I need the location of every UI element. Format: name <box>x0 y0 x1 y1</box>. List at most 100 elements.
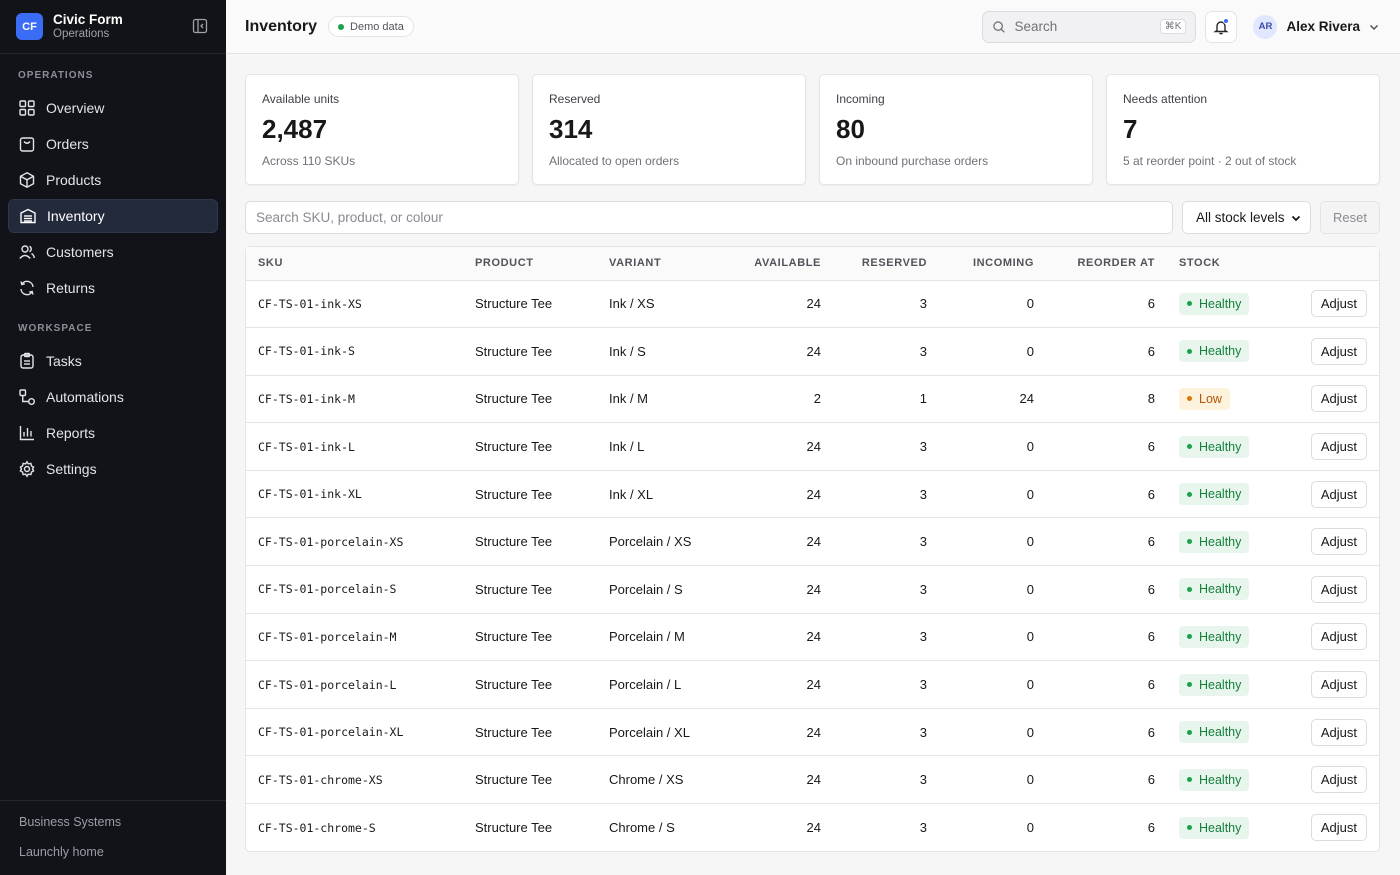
sidebar-item-reports[interactable]: Reports <box>8 416 218 450</box>
cell-actions: Adjust <box>1275 660 1379 709</box>
footer-link-launchly-home[interactable]: Launchly home <box>19 845 207 859</box>
cell-reserved: 3 <box>833 280 939 329</box>
stat-card-available: Available units 2,487 Across 110 SKUs <box>245 74 519 185</box>
cell-variant: Porcelain / XL <box>597 708 717 757</box>
cell-product: Structure Tee <box>463 422 597 471</box>
stat-value: 314 <box>549 114 593 144</box>
sidebar-item-orders[interactable]: Orders <box>8 127 218 161</box>
gear-icon <box>19 460 35 478</box>
cell-reorder-at: 6 <box>1046 422 1167 471</box>
cell-reorder-at: 6 <box>1046 280 1167 329</box>
notifications-button[interactable] <box>1205 10 1238 43</box>
cell-stock: Healthy <box>1167 804 1275 852</box>
sidebar-item-overview[interactable]: Overview <box>8 91 218 125</box>
sidebar-item-inventory[interactable]: Inventory <box>8 199 218 233</box>
cell-actions: Adjust <box>1275 613 1379 662</box>
cell-product: Structure Tee <box>475 820 553 836</box>
sidebar-collapse-icon[interactable] <box>192 18 208 34</box>
table-row: CF-TS-01-ink-M Structure Tee Ink / M 2 1… <box>246 375 1379 424</box>
inventory-search-input[interactable] <box>245 201 1173 234</box>
chevron-down-icon <box>1369 24 1379 30</box>
adjust-button[interactable]: Adjust <box>1310 290 1367 318</box>
cell-actions: Adjust <box>1275 327 1379 376</box>
user-name: Alex Rivera <box>1286 19 1360 34</box>
table-header-row: SKU PRODUCT VARIANT AVAILABLE RESERVED I… <box>246 247 1379 281</box>
sidebar-item-label: Customers <box>46 244 114 260</box>
adjust-button[interactable]: Adjust <box>1310 718 1367 746</box>
stock-status-badge: Healthy <box>1179 768 1250 791</box>
sidebar-footer: Business Systems Launchly home <box>0 800 226 875</box>
adjust-button[interactable]: Adjust <box>1310 433 1367 461</box>
nav-workspace: WORKSPACE Tasks Automations Reports Sett… <box>0 307 226 488</box>
sidebar-item-automations[interactable]: Automations <box>8 380 218 414</box>
adjust-button[interactable]: Adjust <box>1310 814 1367 842</box>
cell-product: Structure Tee <box>463 280 597 329</box>
adjust-button[interactable]: Adjust <box>1310 337 1367 365</box>
sidebar-item-settings[interactable]: Settings <box>8 452 218 486</box>
stock-status-label: Healthy <box>1199 344 1242 359</box>
reset-button[interactable]: Reset <box>1320 201 1380 234</box>
cell-sku: CF-TS-01-porcelain-XS <box>246 517 463 567</box>
table-row: CF-TS-01-porcelain-XL Structure Tee Porc… <box>246 708 1379 757</box>
brand-logo: CF <box>16 13 43 40</box>
adjust-button[interactable]: Adjust <box>1310 766 1367 794</box>
sidebar-item-returns[interactable]: Returns <box>8 271 218 305</box>
cell-reorder-at: 6 <box>1046 470 1167 519</box>
footer-link-business-systems[interactable]: Business Systems <box>19 815 207 829</box>
status-dot-icon <box>1187 539 1192 545</box>
stat-card-incoming: Incoming 80 On inbound purchase orders <box>819 74 1093 185</box>
search-placeholder: Search <box>1014 19 1058 34</box>
cell-incoming: 0 <box>939 660 1046 709</box>
cell-product: Structure Tee <box>463 565 597 614</box>
sidebar-item-customers[interactable]: Customers <box>8 235 218 269</box>
cell-incoming: 0 <box>939 565 1046 614</box>
status-dot-icon <box>1187 586 1192 592</box>
stock-status-label: Healthy <box>1199 582 1242 597</box>
cell-variant: Porcelain / M <box>597 613 717 662</box>
cell-stock: Healthy <box>1167 613 1275 662</box>
sidebar: CF Civic Form Operations OPERATIONS Over… <box>0 0 226 875</box>
cell-reserved: 3 <box>833 517 939 567</box>
cell-variant: Porcelain / S <box>597 565 717 614</box>
stat-label: Needs attention <box>1123 92 1208 106</box>
stock-level-select[interactable]: All stock levels <box>1182 201 1311 234</box>
adjust-button[interactable]: Adjust <box>1310 671 1367 699</box>
sidebar-item-label: Overview <box>46 100 105 116</box>
brand-name: Civic Form <box>53 11 123 27</box>
stock-status-badge: Healthy <box>1179 721 1250 744</box>
status-dot-icon <box>1187 491 1192 497</box>
cell-product: Structure Tee <box>463 470 597 519</box>
cell-reorder-at: 6 <box>1046 517 1167 567</box>
cell-reserved: 3 <box>833 708 939 757</box>
cell-incoming: 24 <box>939 375 1046 424</box>
stock-status-label: Healthy <box>1199 629 1242 644</box>
cell-variant: Ink / L <box>597 422 717 471</box>
sidebar-item-products[interactable]: Products <box>8 163 218 197</box>
cell-stock: Low <box>1167 375 1275 424</box>
cell-stock: Healthy <box>1167 517 1275 567</box>
cell-actions: Adjust <box>1275 280 1379 329</box>
cell-available: 24 <box>717 755 833 805</box>
sidebar-item-tasks[interactable]: Tasks <box>8 344 218 378</box>
status-dot-icon <box>1187 729 1192 735</box>
stat-label: Available units <box>262 92 340 106</box>
cell-reserved: 3 <box>833 755 939 805</box>
global-search-input[interactable]: Search ⌘K <box>982 10 1197 43</box>
stock-status-badge: Healthy <box>1179 673 1250 696</box>
adjust-button[interactable]: Adjust <box>1310 480 1367 508</box>
adjust-button[interactable]: Adjust <box>1310 623 1367 651</box>
cell-reorder-at: 6 <box>1147 820 1155 836</box>
cell-incoming: 0 <box>1026 820 1034 836</box>
user-menu[interactable]: AR Alex Rivera <box>1253 14 1380 39</box>
adjust-button[interactable]: Adjust <box>1310 528 1367 556</box>
cell-reorder-at: 6 <box>1046 708 1167 757</box>
cell-incoming: 0 <box>939 280 1046 329</box>
content: Available units 2,487 Across 110 SKUs Re… <box>226 54 1400 875</box>
adjust-button[interactable]: Adjust <box>1310 575 1367 603</box>
sidebar-item-label: Automations <box>46 389 124 405</box>
table-row: CF-TS-01-chrome-XS Structure Tee Chrome … <box>246 755 1379 805</box>
cell-sku: CF-TS-01-ink-S <box>246 327 463 376</box>
cell-actions: Adjust <box>1275 517 1379 567</box>
status-dot-icon <box>1187 682 1192 688</box>
adjust-button[interactable]: Adjust <box>1310 385 1367 413</box>
